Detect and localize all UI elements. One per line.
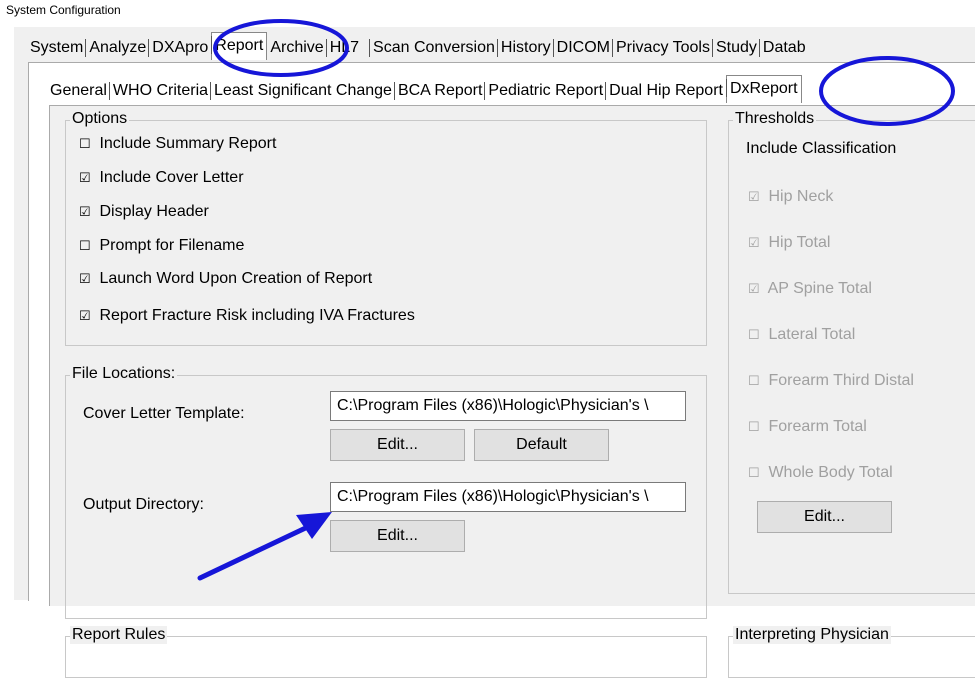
tab-hl7[interactable]: HL7 <box>325 36 362 60</box>
checkbox-icon: ☑ <box>748 189 760 204</box>
threshold-label: Whole Body Total <box>768 464 893 481</box>
checkbox-icon: ☐ <box>748 465 760 480</box>
option-include-summary-report[interactable]: ☐ Include Summary Report <box>79 135 276 153</box>
dialog: System Analyze DXApro Report Archive HL7… <box>14 27 975 678</box>
thresholds-edit-button[interactable]: Edit... <box>757 501 892 533</box>
cover-letter-edit-button[interactable]: Edit... <box>330 429 465 461</box>
file-locations-group: File Locations: Cover Letter Template: C… <box>65 365 707 619</box>
option-report-fracture-risk[interactable]: ☑ Report Fracture Risk including IVA Fra… <box>79 307 415 325</box>
tab-dxreport[interactable]: DxReport <box>725 75 802 103</box>
cover-letter-path-input[interactable]: C:\Program Files (x86)\Hologic\Physician… <box>330 391 686 421</box>
option-launch-word[interactable]: ☑ Launch Word Upon Creation of Report <box>79 270 372 288</box>
cover-letter-default-button[interactable]: Default <box>474 429 609 461</box>
tab-dicom[interactable]: DICOM <box>552 36 613 60</box>
checkbox-icon[interactable]: ☑ <box>79 170 95 186</box>
tab-system[interactable]: System <box>27 36 86 60</box>
threshold-label: Forearm Third Distal <box>768 372 914 389</box>
thresholds-title: Thresholds <box>733 110 817 128</box>
option-label: Prompt for Filename <box>99 237 245 254</box>
tab-dxapro[interactable]: DXApro <box>148 36 211 60</box>
threshold-label: Lateral Total <box>768 326 856 343</box>
option-label: Include Summary Report <box>99 135 277 152</box>
tab-privacy-tools[interactable]: Privacy Tools <box>612 36 713 60</box>
report-rules-group: Report Rules <box>65 626 707 678</box>
include-classification-label: Include Classification <box>746 140 897 157</box>
interpreting-physician-title: Interpreting Physician <box>733 626 891 644</box>
tab-scan-conversion[interactable]: Scan Conversion <box>369 36 498 60</box>
option-label: Launch Word Upon Creation of Report <box>99 270 373 287</box>
option-display-header[interactable]: ☑ Display Header <box>79 203 209 221</box>
options-group: Options ☐ Include Summary Report ☑ Inclu… <box>65 110 707 346</box>
tab-analyze[interactable]: Analyze <box>85 36 149 60</box>
option-label: Include Cover Letter <box>99 169 244 186</box>
file-locations-title: File Locations: <box>70 365 178 383</box>
window-title: System Configuration <box>6 3 121 17</box>
tab-study[interactable]: Study <box>711 36 760 60</box>
checkbox-icon: ☐ <box>748 419 760 434</box>
tab-pediatric-report[interactable]: Pediatric Report <box>484 79 606 103</box>
options-title: Options <box>70 110 130 128</box>
tab-least-significant-change[interactable]: Least Significant Change <box>210 79 395 103</box>
option-include-cover-letter[interactable]: ☑ Include Cover Letter <box>79 169 244 187</box>
tab-who-criteria[interactable]: WHO Criteria <box>108 79 211 103</box>
threshold-lateral-total: ☐ Lateral Total <box>748 326 855 344</box>
tab-report[interactable]: Report <box>211 32 268 60</box>
threshold-whole-body-total: ☐ Whole Body Total <box>748 464 893 482</box>
threshold-forearm-third-distal: ☐ Forearm Third Distal <box>748 372 914 390</box>
checkbox-icon[interactable]: ☑ <box>79 204 95 220</box>
report-tab-row: General WHO Criteria Least Significant C… <box>47 75 802 103</box>
interpreting-physician-group: Interpreting Physician <box>728 626 975 678</box>
threshold-label: Hip Neck <box>768 188 834 205</box>
checkbox-icon: ☑ <box>748 281 760 296</box>
dxreport-panel: Options ☐ Include Summary Report ☑ Inclu… <box>49 105 975 678</box>
threshold-hip-neck: ☑ Hip Neck <box>748 188 833 206</box>
thresholds-group: Thresholds Include Classification ☑ Hip … <box>728 110 975 594</box>
tab-general[interactable]: General <box>47 79 110 103</box>
tab-dual-hip-report[interactable]: Dual Hip Report <box>605 79 726 103</box>
tab-history[interactable]: History <box>496 36 554 60</box>
threshold-label: Forearm Total <box>768 418 867 435</box>
checkbox-icon[interactable]: ☑ <box>79 308 95 324</box>
report-panel: General WHO Criteria Least Significant C… <box>28 62 975 678</box>
threshold-forearm-total: ☐ Forearm Total <box>748 418 867 436</box>
option-label: Report Fracture Risk including IVA Fract… <box>99 307 415 324</box>
report-rules-title: Report Rules <box>70 626 168 644</box>
tab-bca-report[interactable]: BCA Report <box>393 79 485 103</box>
threshold-label: AP Spine Total <box>767 280 872 297</box>
main-tab-row: System Analyze DXApro Report Archive HL7… <box>27 32 809 60</box>
threshold-ap-spine-total: ☑ AP Spine Total <box>748 280 872 298</box>
option-prompt-for-filename[interactable]: ☐ Prompt for Filename <box>79 237 244 255</box>
checkbox-icon[interactable]: ☑ <box>79 271 95 287</box>
threshold-label: Hip Total <box>768 234 831 251</box>
cover-letter-label: Cover Letter Template: <box>83 405 245 422</box>
checkbox-icon[interactable]: ☐ <box>79 238 95 254</box>
checkbox-icon: ☐ <box>748 373 760 388</box>
output-directory-label: Output Directory: <box>83 496 204 513</box>
checkbox-icon[interactable]: ☐ <box>79 136 95 152</box>
option-label: Display Header <box>99 203 209 220</box>
threshold-hip-total: ☑ Hip Total <box>748 234 830 252</box>
output-directory-edit-button[interactable]: Edit... <box>330 520 465 552</box>
checkbox-icon: ☐ <box>748 327 760 342</box>
output-directory-path-input[interactable]: C:\Program Files (x86)\Hologic\Physician… <box>330 482 686 512</box>
tab-database[interactable]: Datab <box>758 36 809 60</box>
checkbox-icon: ☑ <box>748 235 760 250</box>
tab-archive[interactable]: Archive <box>267 36 326 60</box>
